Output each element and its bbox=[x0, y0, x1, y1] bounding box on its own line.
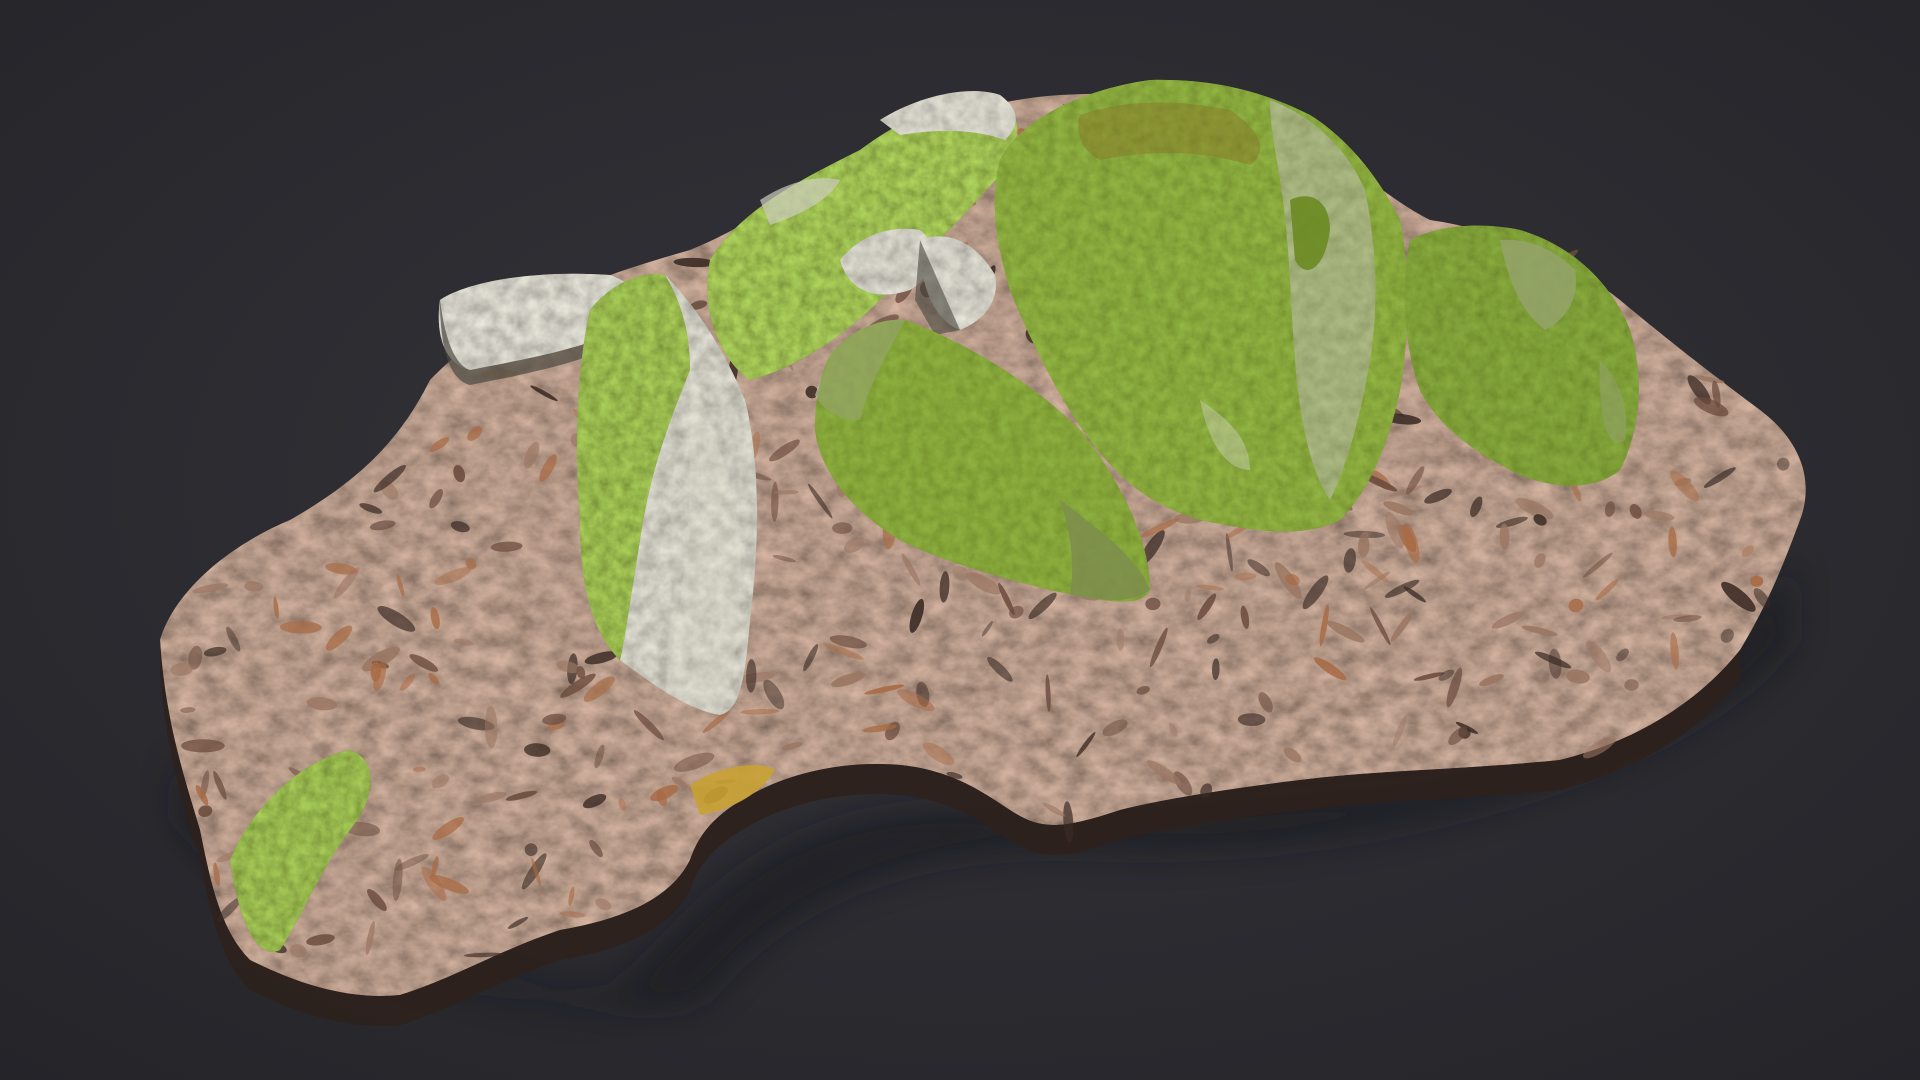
viewport-scene bbox=[0, 0, 1920, 1080]
leaf bbox=[181, 739, 225, 753]
leaf bbox=[832, 522, 853, 534]
scene-render bbox=[0, 0, 1920, 1080]
